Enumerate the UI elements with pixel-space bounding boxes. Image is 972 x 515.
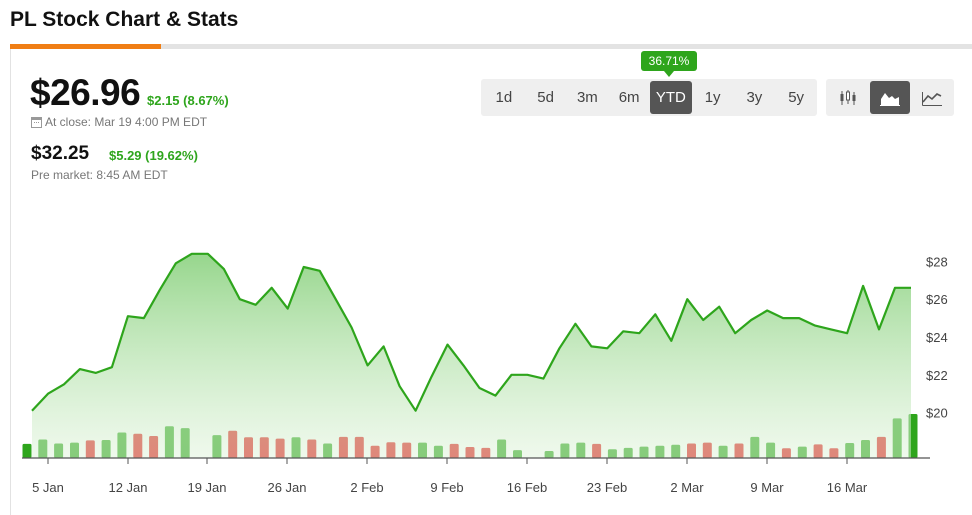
- y-tick-label: $26: [926, 292, 948, 307]
- price-area: [31, 252, 911, 458]
- x-tick-label: 12 Jan: [108, 480, 147, 495]
- y-tick-label: $22: [926, 368, 948, 383]
- x-tick-label: 16 Mar: [827, 480, 868, 495]
- x-tick-label: 9 Feb: [430, 480, 463, 495]
- x-tick-label: 19 Jan: [187, 480, 226, 495]
- x-tick-label: 9 Mar: [750, 480, 784, 495]
- x-axis-ticks: 5 Jan 12 Jan 19 Jan 26 Jan 2 Feb 9 Feb 16 Feb 2…: [32, 458, 868, 495]
- y-tick-label: $20: [926, 406, 948, 421]
- volume-bar: [22, 443, 32, 458]
- x-tick-label: 23 Feb: [587, 480, 627, 495]
- x-tick-label: 2 Mar: [670, 480, 704, 495]
- x-tick-label: 26 Jan: [267, 480, 306, 495]
- y-tick-label: $24: [926, 330, 948, 345]
- x-tick-label: 2 Feb: [350, 480, 383, 495]
- y-axis-ticks: $28 $26 $24 $22 $20: [926, 254, 948, 420]
- price-chart[interactable]: 5 Jan 12 Jan 19 Jan 26 Jan 2 Feb 9 Feb 16 Feb 2…: [0, 0, 972, 515]
- x-tick-label: 16 Feb: [507, 480, 547, 495]
- y-tick-label: $28: [926, 254, 948, 269]
- x-tick-label: 5 Jan: [32, 480, 64, 495]
